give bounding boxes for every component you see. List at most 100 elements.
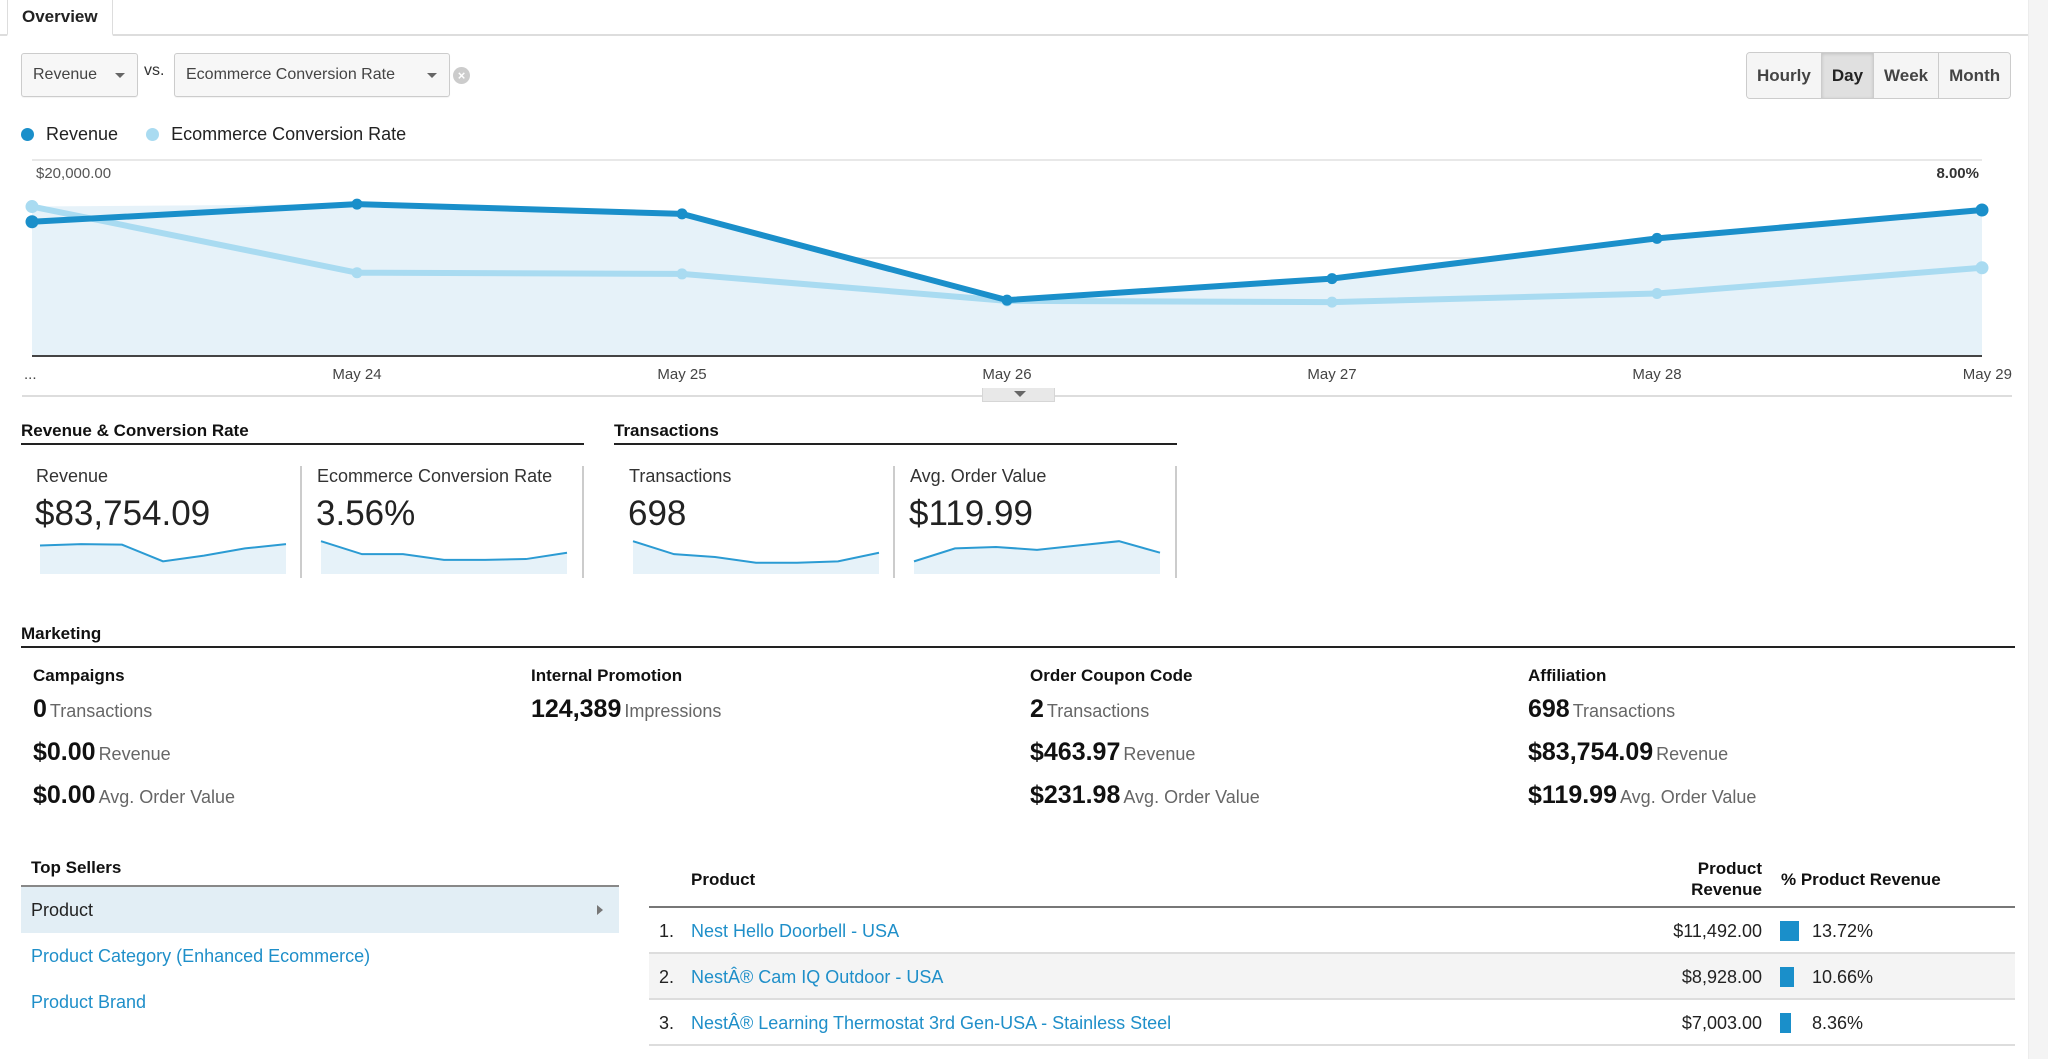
revenue-point xyxy=(351,198,363,210)
x-tick-label: May 29 xyxy=(1963,366,2012,383)
legend-item-conversion[interactable]: Ecommerce Conversion Rate xyxy=(146,124,406,145)
pct-product-revenue: 8.36% xyxy=(1812,1013,1864,1033)
metric-value: $0.00 xyxy=(33,781,96,809)
column-header-product-revenue[interactable]: Product Revenue xyxy=(1691,858,1762,900)
x-tick-label: May 27 xyxy=(1307,366,1356,383)
marketing-column-title: Order Coupon Code xyxy=(1030,666,1193,685)
chart-area-fill xyxy=(32,204,1982,356)
period-week-button[interactable]: Week xyxy=(1874,53,1940,98)
marketing-internal-promotion: Internal Promotion 124,389 Impressions xyxy=(531,666,721,738)
table-body: 1. Nest Hello Doorbell - USA $11,492.00 … xyxy=(649,908,2015,1046)
conversion-rate-point xyxy=(1326,296,1338,308)
sparkline xyxy=(39,543,287,574)
marketing-affiliation: Affiliation 698 Transactions $83,754.09 Re… xyxy=(1528,666,1756,824)
marketing-metric: 124,389 Impressions xyxy=(531,695,721,738)
kpi-conversion-rate[interactable]: Ecommerce Conversion Rate 3.56% xyxy=(302,466,584,578)
marketing-metric: $83,754.09 Revenue xyxy=(1528,738,1756,781)
marketing-column-title: Campaigns xyxy=(33,666,125,685)
marketing-column-title: Internal Promotion xyxy=(531,666,683,685)
product-link[interactable]: NestÂ® Cam IQ Outdoor - USA xyxy=(691,954,943,1000)
metric-value: 2 xyxy=(1030,695,1044,723)
secondary-metric-label: Ecommerce Conversion Rate xyxy=(186,66,395,83)
kpi-label: Ecommerce Conversion Rate xyxy=(317,466,553,486)
period-day-button[interactable]: Day xyxy=(1821,53,1875,98)
header-text: Revenue xyxy=(1691,880,1762,899)
section-title-marketing: Marketing xyxy=(21,624,2015,648)
revenue-point xyxy=(1651,232,1663,244)
row-number: 2. xyxy=(659,967,675,987)
product-revenue: $11,492.00 xyxy=(1673,921,1762,941)
sparkline xyxy=(320,540,568,574)
product-revenue: $8,928.00 xyxy=(1681,967,1762,987)
legend-dot-icon xyxy=(21,128,34,141)
metric-unit: Transactions xyxy=(1046,701,1150,721)
kpi-value: 3.56% xyxy=(316,494,416,533)
sparkline-area xyxy=(914,541,1160,574)
kpi-value: 698 xyxy=(628,494,687,533)
metric-unit: Revenue xyxy=(1656,744,1729,764)
column-header-product[interactable]: Product xyxy=(691,870,755,890)
section-title-revenue-conversion: Revenue & Conversion Rate xyxy=(21,421,584,445)
conversion-rate-point xyxy=(1651,288,1663,300)
top-sellers-item-product[interactable]: Product xyxy=(21,887,619,933)
kpi-revenue[interactable]: Revenue $83,754.09 xyxy=(21,466,302,578)
marketing-order-coupon-code: Order Coupon Code 2 Transactions $463.97 R… xyxy=(1030,666,1260,824)
marketing-metric: $119.99 Avg. Order Value xyxy=(1528,781,1756,824)
pct-bar xyxy=(1780,921,1799,941)
revenue-point xyxy=(676,208,688,220)
tab-overview[interactable]: Overview xyxy=(7,0,113,36)
conversion-rate-point xyxy=(25,200,39,214)
metric-unit: Transactions xyxy=(49,701,153,721)
list-item-label: Product xyxy=(31,900,94,920)
column-header-pct-product-revenue[interactable]: % Product Revenue xyxy=(1781,870,1941,890)
chart-legend: Revenue Ecommerce Conversion Rate xyxy=(21,124,434,145)
kpi-label: Revenue xyxy=(36,466,109,486)
product-link[interactable]: Nest Hello Doorbell - USA xyxy=(691,908,899,954)
metric-unit: Revenue xyxy=(1123,744,1196,764)
metric-value: 124,389 xyxy=(531,695,622,723)
kpi-label: Avg. Order Value xyxy=(910,466,1047,486)
chevron-down-icon xyxy=(427,73,437,78)
revenue-point xyxy=(1326,273,1338,285)
chevron-down-icon xyxy=(1014,391,1026,397)
chart-collapse-handle[interactable] xyxy=(982,388,1055,402)
close-circle-icon[interactable]: × xyxy=(453,67,470,84)
legend-item-revenue[interactable]: Revenue xyxy=(21,124,118,145)
metric-unit: Avg. Order Value xyxy=(1123,787,1260,807)
top-sellers-item-product-category[interactable]: Product Category (Enhanced Ecommerce) xyxy=(21,933,619,979)
metric-value: $0.00 xyxy=(33,738,96,766)
legend-label: Ecommerce Conversion Rate xyxy=(171,124,407,144)
legend-label: Revenue xyxy=(46,124,119,144)
top-sellers-item-product-brand[interactable]: Product Brand xyxy=(21,979,619,1025)
top-sellers-list: Product Product Category (Enhanced Ecomm… xyxy=(21,885,619,1025)
marketing-metric: $231.98 Avg. Order Value xyxy=(1030,781,1260,824)
x-tick-label: May 28 xyxy=(1632,366,1681,383)
table-row: 2. NestÂ® Cam IQ Outdoor - USA $8,928.00… xyxy=(649,954,2015,1000)
conversion-rate-point xyxy=(676,268,688,280)
sparkline xyxy=(913,540,1161,574)
primary-metric-select[interactable]: Revenue xyxy=(21,53,138,97)
x-tick-label: May 26 xyxy=(982,366,1031,383)
revenue-point xyxy=(1001,294,1013,306)
pct-bar xyxy=(1780,1013,1792,1033)
section-title-transactions: Transactions xyxy=(614,421,1177,445)
top-sellers-title: Top Sellers xyxy=(31,858,122,877)
secondary-metric-select[interactable]: Ecommerce Conversion Rate xyxy=(174,53,450,97)
product-link[interactable]: NestÂ® Learning Thermostat 3rd Gen-USA -… xyxy=(691,1000,1171,1046)
period-month-button[interactable]: Month xyxy=(1939,53,2011,98)
period-hourly-button[interactable]: Hourly xyxy=(1747,53,1822,98)
x-tick-label: May 25 xyxy=(657,366,706,383)
sparkline xyxy=(632,540,880,574)
table-row: 1. Nest Hello Doorbell - USA $11,492.00 … xyxy=(649,908,2015,954)
period-toggle-group: Hourly Day Week Month xyxy=(1746,52,2012,99)
table-row: 3. NestÂ® Learning Thermostat 3rd Gen-US… xyxy=(649,1000,2015,1046)
metric-unit: Revenue xyxy=(98,744,171,764)
legend-dot-icon xyxy=(146,128,160,141)
conversion-rate-point xyxy=(1975,261,1989,275)
kpi-transactions[interactable]: Transactions 698 xyxy=(614,466,895,578)
kpi-value: $83,754.09 xyxy=(35,494,211,533)
kpi-avg-order-value[interactable]: Avg. Order Value $119.99 xyxy=(895,466,1177,578)
chevron-right-icon xyxy=(597,905,603,915)
marketing-column-title: Affiliation xyxy=(1528,666,1607,685)
metric-value: $119.99 xyxy=(1528,781,1617,809)
